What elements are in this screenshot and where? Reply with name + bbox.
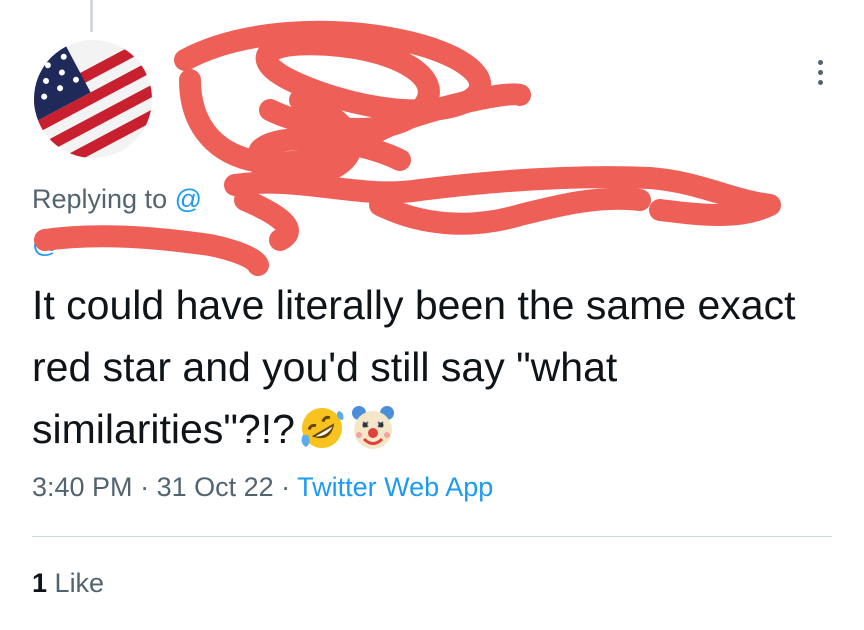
tweet-text: It could have literally been the same ex…: [32, 274, 842, 468]
clown-face-emoji-icon: [349, 405, 397, 468]
redaction-scribble: [34, 20, 781, 276]
reply-mention-1[interactable]: @: [175, 184, 202, 214]
avatar[interactable]: [34, 40, 152, 158]
more-dot: [817, 69, 823, 75]
tweet-body: It could have literally been the same ex…: [32, 282, 796, 452]
more-dot: [817, 79, 823, 85]
likes-stat[interactable]: 1 Like: [32, 568, 104, 599]
reply-mention-2[interactable]: @: [32, 228, 59, 259]
replying-to-line: Replying to @: [32, 184, 202, 215]
thread-connector-line: [90, 0, 93, 32]
tweet-meta: 3:40 PM · 31 Oct 22 · Twitter Web App: [32, 472, 493, 503]
divider: [32, 536, 832, 537]
american-flag-avatar-icon: [34, 40, 152, 158]
tweet-time[interactable]: 3:40 PM: [32, 472, 133, 502]
rolling-on-floor-laughing-emoji-icon: [299, 405, 345, 468]
more-options-icon[interactable]: [808, 52, 832, 92]
replying-to-label: Replying to: [32, 184, 168, 214]
tweet-source-link[interactable]: Twitter Web App: [297, 472, 493, 502]
meta-separator: ·: [132, 472, 157, 502]
meta-separator: ·: [273, 472, 298, 502]
like-count: 1: [32, 568, 48, 598]
like-label: Like: [54, 568, 105, 598]
more-dot: [817, 59, 823, 65]
tweet-date[interactable]: 31 Oct 22: [157, 472, 274, 502]
